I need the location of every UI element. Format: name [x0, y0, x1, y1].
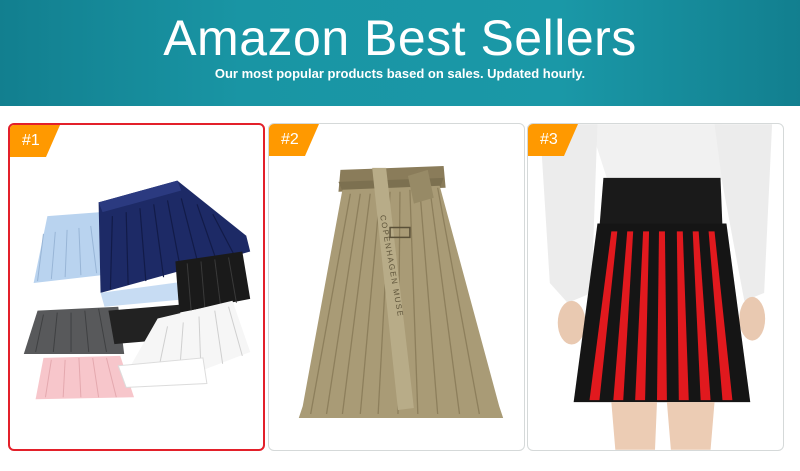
banner-title: Amazon Best Sellers: [163, 10, 637, 66]
black-red-pleated-skirt-image: [539, 124, 773, 450]
khaki-pleated-midi-skirt-image: COPENHAGEN MUSE: [298, 165, 504, 418]
product-card-1[interactable]: #1: [8, 123, 265, 451]
pleated-mini-skirts-stack-image: [23, 180, 251, 400]
product-card-3[interactable]: #3: [527, 123, 784, 451]
best-sellers-banner: Amazon Best Sellers Our most popular pro…: [0, 0, 800, 106]
product-card-2[interactable]: COPENHAGEN MUSE #2: [268, 123, 525, 451]
banner-subtitle: Our most popular products based on sales…: [214, 66, 586, 81]
